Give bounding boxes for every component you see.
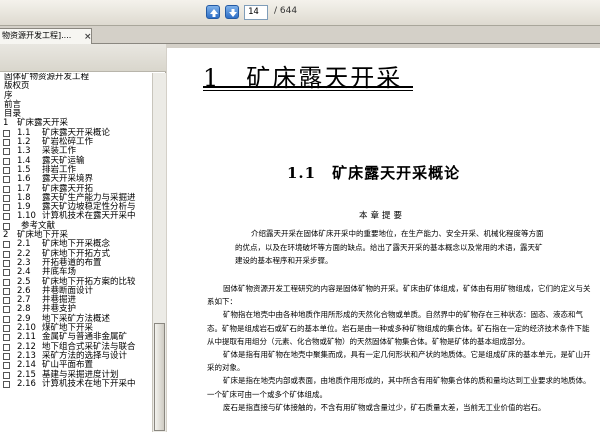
document-page: 1 矿床露天开采 1.1 矿床露天开采概论 本章提要 介绍露天开采在固体矿床开采… — [167, 44, 600, 432]
tab-strip: 物资源开发工程].... × — [0, 26, 600, 44]
page-top-border — [167, 44, 600, 48]
bookmark-item[interactable]: 前言 — [0, 100, 152, 110]
bookmark-number: 2 — [3, 230, 9, 241]
bookmark-page-icon — [3, 352, 10, 360]
scrollbar-thumb[interactable] — [154, 323, 165, 431]
bookmark-title: 计算机技术在露天开采中 — [42, 211, 136, 222]
bookmark-page-icon — [3, 166, 10, 174]
page-number-input[interactable]: 14 — [244, 5, 268, 20]
abstract-text: 介绍露天开采在固体矿床开采中的重要地位，在生产能力、安全开采、机械化程度等方面的… — [235, 229, 544, 265]
next-page-button[interactable] — [225, 5, 239, 19]
bookmark-page-icon — [3, 250, 10, 258]
bookmark-page-icon — [3, 213, 10, 221]
body-paragraph: 固体矿物资源开发工程研究的内容是固体矿物的开采。矿床由矿体组成，矿体由有用矿物组… — [207, 284, 591, 307]
bookmark-number: 1 — [3, 118, 9, 129]
chapter-rule-thin — [203, 90, 413, 91]
arrow-up-icon — [210, 9, 218, 17]
toolbar: 14 / 644 — [0, 0, 600, 26]
body-paragraph: 矿体是指有用矿物在地壳中聚集而成，具有一定几何形状和产状的地质体。它是组成矿床的… — [207, 350, 591, 373]
bookmark-number: 2.16 — [17, 378, 36, 389]
bookmark-item[interactable]: 序 — [0, 91, 152, 101]
bookmark-page-icon — [3, 185, 10, 193]
bookmark-page-icon — [3, 297, 10, 305]
bookmark-item[interactable]: 版权页 — [0, 81, 152, 91]
bookmark-list: 固体矿物资源开发工程 版权页序前言 目录 1 矿床露天开采 1.1 矿床露天开采概论 1.2 矿… — [0, 73, 152, 432]
chapter-rule — [203, 86, 413, 88]
bookmark-page-icon — [3, 129, 10, 137]
bookmark-page-icon — [3, 194, 10, 202]
previous-page-button[interactable] — [206, 5, 220, 19]
bookmark-page-icon — [3, 204, 10, 212]
section-title: 1.1 矿床露天开采概论 — [287, 164, 461, 182]
close-tab-icon[interactable]: × — [84, 33, 91, 42]
bookmark-page-icon — [3, 222, 10, 230]
body-paragraph: 废石是指直接与矿体接触的，不含有用矿物或含量过少，矿石质量太差，当前无工业价值的… — [223, 402, 546, 412]
bookmark-page-icon — [3, 139, 10, 147]
bookmark-page-icon — [3, 157, 10, 165]
bookmark-page-icon — [3, 259, 10, 267]
bookmark-page-icon — [3, 241, 10, 249]
bookmark-page-icon — [3, 269, 10, 277]
document-tab[interactable]: 物资源开发工程].... × — [0, 28, 92, 44]
bookmark-item[interactable]: 2.16 计算机技术在地下开采中 — [0, 378, 152, 389]
bookmark-page-icon — [3, 287, 10, 295]
abstract-heading: 本章提要 — [359, 211, 406, 221]
bookmark-page-icon — [3, 148, 10, 156]
bookmark-page-icon — [3, 315, 10, 323]
bookmark-page-icon — [3, 380, 10, 388]
pdf-reader-window: 14 / 644 物资源开发工程].... × 固体矿物资源开发工程 版权页序前言… — [0, 0, 600, 432]
bookmark-page-icon — [3, 176, 10, 184]
body-paragraph: 矿物指在地壳中由各种地质作用所形成的天然化合物或单质。自然界中的矿物存在三种状态… — [207, 310, 590, 346]
bookmark-page-icon — [3, 343, 10, 351]
body-text: 固体矿物资源开发工程研究的内容是固体矿物的开采。矿床由矿体组成，矿体由有用矿物组… — [207, 282, 595, 414]
bookmark-page-icon — [3, 371, 10, 379]
page-total: / 644 — [274, 6, 298, 16]
bookmarks-panel-header — [0, 44, 166, 72]
bookmarks-panel: 固体矿物资源开发工程 版权页序前言 目录 1 矿床露天开采 1.1 矿床露天开采概论 1.2 矿… — [0, 44, 166, 432]
bookmark-title: 计算机技术在地下开采中 — [42, 378, 136, 389]
bookmarks-scrollbar[interactable] — [152, 73, 166, 432]
bookmark-page-icon — [3, 306, 10, 314]
bookmark-page-icon — [3, 325, 10, 333]
bookmark-page-icon — [3, 334, 10, 342]
body-paragraph: 矿床是指在地壳内部或表面，由地质作用形成的，其中所含有用矿物集合体的质和量均达到… — [207, 376, 591, 399]
bookmark-page-icon — [3, 278, 10, 286]
document-tab-label: 物资源开发工程].... — [2, 31, 72, 40]
bookmark-page-icon — [3, 362, 10, 370]
arrow-down-icon — [229, 9, 237, 17]
